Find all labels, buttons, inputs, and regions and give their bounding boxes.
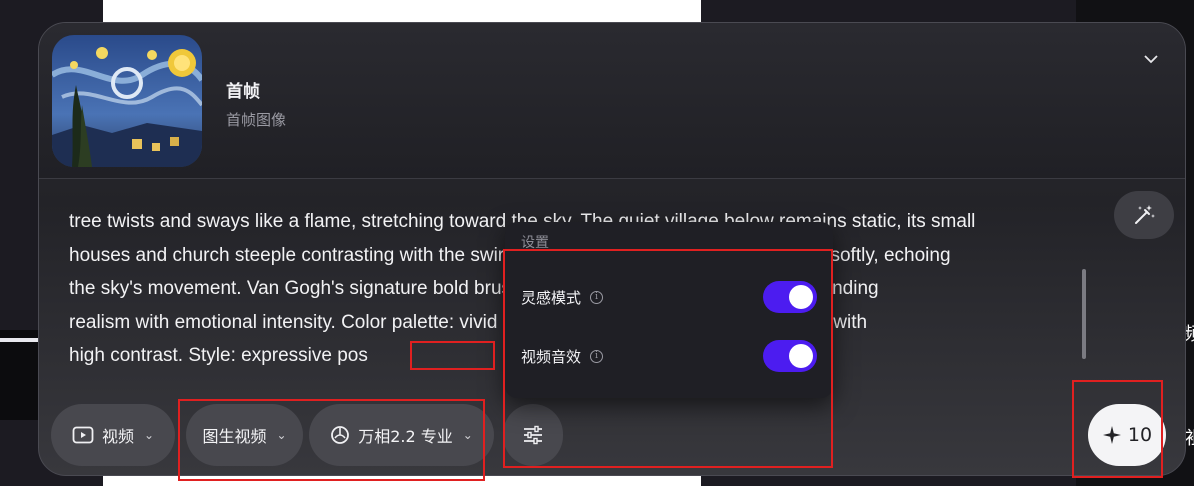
model-icon bbox=[331, 426, 350, 444]
mode-select-button[interactable]: 视频 ⌄ bbox=[51, 404, 175, 466]
video-icon bbox=[72, 426, 94, 444]
first-frame-section: 首帧 首帧图像 bbox=[39, 23, 1185, 179]
video-sound-toggle[interactable] bbox=[763, 340, 817, 372]
first-frame-subtitle: 首帧图像 bbox=[226, 111, 287, 129]
setting-label: 视频音效 bbox=[521, 347, 582, 366]
model-label: 万相2.2 专业 bbox=[358, 427, 453, 446]
starry-night-image bbox=[52, 35, 202, 167]
setting-row-inspiration-mode: 灵感模式 i bbox=[521, 280, 817, 314]
setting-row-video-sound: 视频音效 i bbox=[521, 339, 817, 373]
chevron-down-icon: ⌄ bbox=[462, 428, 473, 442]
magic-wand-button[interactable] bbox=[1114, 191, 1174, 239]
toggle-knob bbox=[789, 344, 813, 368]
chevron-down-icon[interactable] bbox=[1141, 49, 1161, 69]
background-text-fragment: 袓 bbox=[1185, 424, 1194, 450]
first-frame-title: 首帧 bbox=[226, 82, 260, 102]
generation-type-button[interactable]: 图生视频 ⌄ bbox=[186, 404, 303, 466]
mode-label: 视频 bbox=[101, 427, 134, 446]
toggle-knob bbox=[789, 285, 813, 309]
prompt-scrollbar[interactable] bbox=[1082, 269, 1086, 359]
info-icon[interactable]: i bbox=[590, 290, 604, 304]
inspiration-mode-toggle[interactable] bbox=[763, 281, 817, 313]
info-icon[interactable]: i bbox=[590, 349, 604, 363]
generate-cost: 10 bbox=[1127, 424, 1153, 446]
setting-label: 灵感模式 bbox=[521, 288, 582, 307]
background-left-block bbox=[0, 330, 40, 420]
generation-type-label: 图生视频 bbox=[202, 427, 267, 446]
magic-wand-icon bbox=[1135, 205, 1155, 224]
background-image-top bbox=[103, 0, 701, 24]
chevron-down-icon: ⌄ bbox=[143, 428, 155, 442]
sparkle-icon bbox=[1102, 426, 1121, 444]
generate-button[interactable]: 10 bbox=[1088, 404, 1166, 466]
sliders-icon bbox=[524, 425, 542, 445]
first-frame-thumbnail[interactable] bbox=[52, 35, 202, 167]
settings-popover: 设置 灵感模式 i 视频音效 i bbox=[505, 222, 833, 398]
chevron-down-icon: ⌄ bbox=[276, 428, 287, 442]
background-left-line bbox=[0, 338, 40, 342]
settings-button[interactable] bbox=[503, 404, 563, 466]
popover-title: 设置 bbox=[521, 235, 549, 251]
model-select-button[interactable]: 万相2.2 专业 ⌄ bbox=[309, 404, 494, 466]
